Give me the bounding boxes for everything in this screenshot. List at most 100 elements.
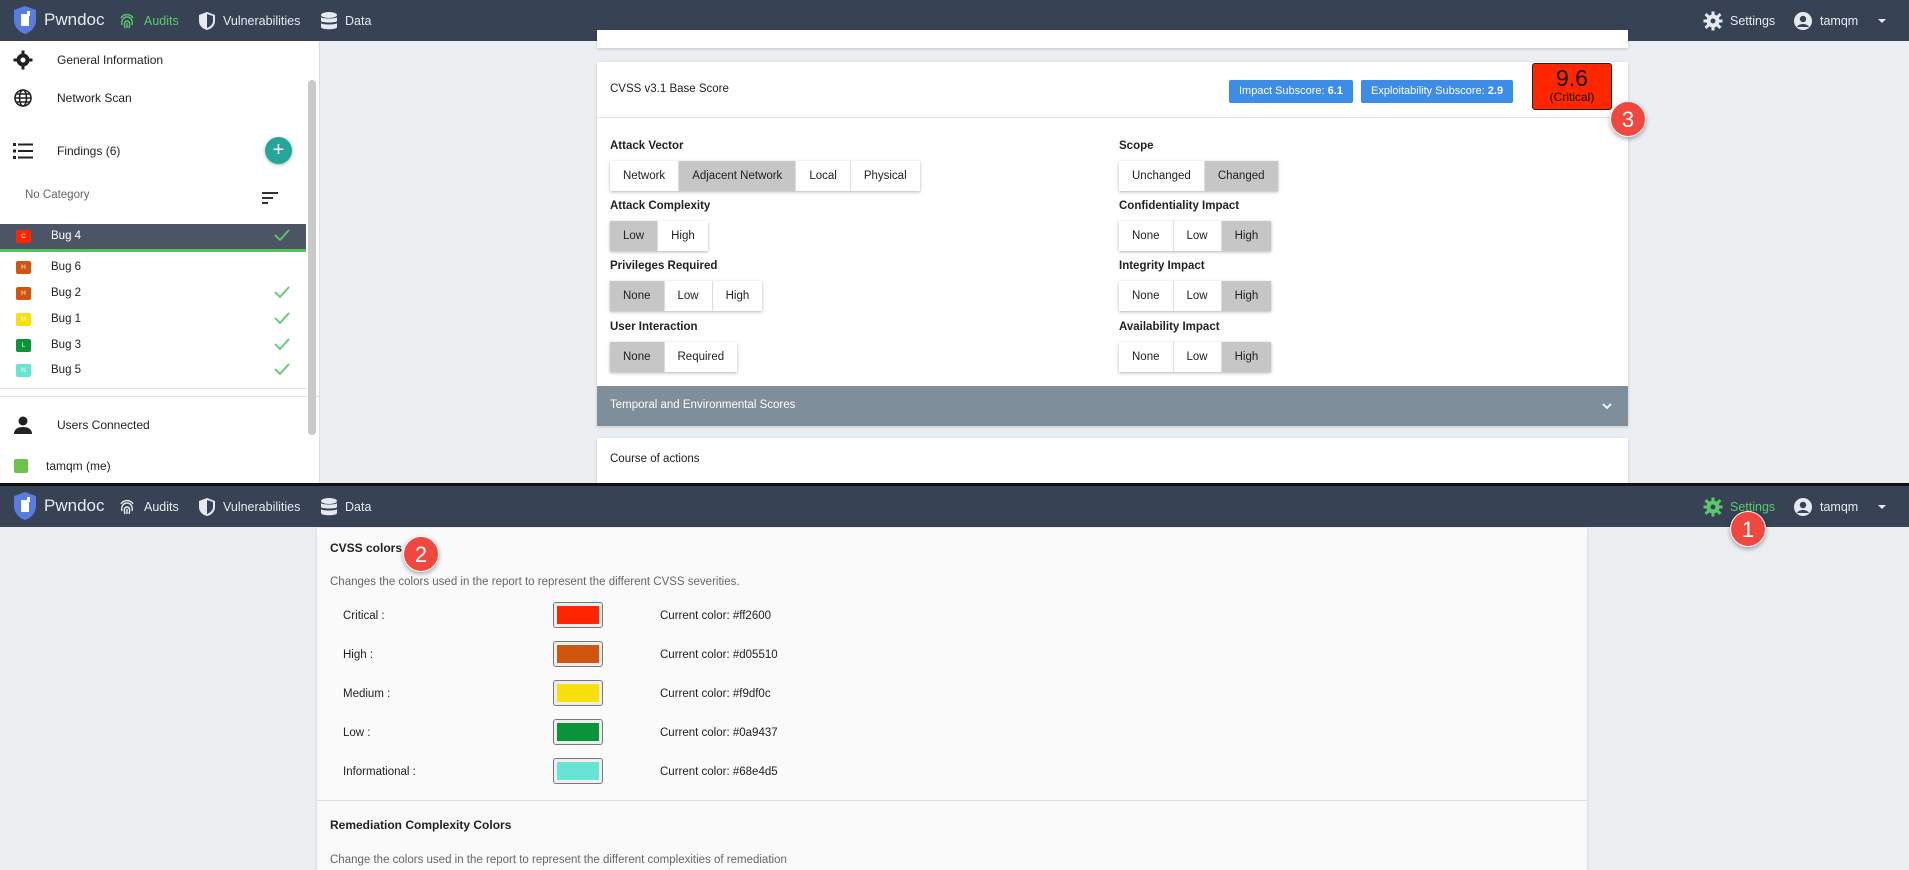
scope-group: Unchanged Changed [1119,161,1278,191]
settings-window: Pwndoc Audits Vulnerabilities Data Setti… [0,486,1909,870]
color-picker-critical[interactable] [553,602,603,628]
integrity-high[interactable]: High [1221,281,1272,311]
cvss-colors-card: CVSS colors Changes the colors used in t… [317,528,1587,870]
severity-badge: H [16,287,31,300]
nav-vulnerabilities-label: Vulnerabilities [223,499,301,514]
finding-item-bug-1[interactable]: M Bug 1 [0,307,306,332]
finding-item-bug-5[interactable]: N Bug 5 [0,358,306,383]
check-icon [274,338,290,351]
cvss-score-box: 9.6 (Critical) [1532,63,1612,110]
cvss-severity-label: (Critical) [1549,90,1595,104]
user-interaction-label: User Interaction [610,321,698,333]
user-menu[interactable]: tamqm [1793,0,1889,41]
nav-data-label: Data [345,13,372,28]
severity-badge: C [16,230,31,243]
user-color-indicator [14,459,28,473]
scope-unchanged[interactable]: Unchanged [1119,161,1205,191]
attack-complexity-label: Attack Complexity [610,200,711,212]
audit-window: Pwndoc Audits Vulnerabilities Data Setti… [0,0,1909,486]
brand-logo[interactable]: Pwndoc [12,492,104,520]
chevron-down-icon [1602,403,1612,410]
availability-none[interactable]: None [1119,342,1174,372]
nav-audits[interactable]: Audits [117,486,179,527]
impact-subscore-value: 6.1 [1327,85,1343,97]
nav-vulnerabilities[interactable]: Vulnerabilities [198,486,300,527]
cvss-title: CVSS v3.1 Base Score [610,83,729,95]
color-picker-medium[interactable] [553,680,603,706]
audit-sidebar: General Information Network Scan Finding… [0,41,320,483]
scope-changed[interactable]: Changed [1204,161,1278,191]
nav-audits[interactable]: Audits [117,0,179,41]
remediation-colors-title: Remediation Complexity Colors [330,818,512,832]
course-of-actions-title: Course of actions [610,453,700,465]
gear-icon [1703,11,1723,30]
privileges-required-high[interactable]: High [713,281,763,311]
finding-item-bug-3[interactable]: L Bug 3 [0,333,306,358]
finding-item-bug-4[interactable]: C Bug 4 [0,224,306,252]
attack-vector-adjacent-network[interactable]: Adjacent Network [679,161,797,191]
privileges-required-none[interactable]: None [610,281,665,311]
sidebar-item-general-information[interactable]: General Information [0,45,306,75]
availability-high[interactable]: High [1221,342,1272,372]
sidebar-item-findings[interactable]: Findings (6) [0,136,306,166]
attack-complexity-low[interactable]: Low [610,221,659,251]
color-picker-high[interactable] [553,641,603,667]
severity-badge: M [16,313,31,326]
gear-icon [1703,497,1723,516]
shield-icon [199,497,215,516]
availability-low[interactable]: Low [1174,342,1222,372]
attack-vector-local[interactable]: Local [796,161,851,191]
nav-data[interactable]: Data [320,486,371,527]
privileges-required-low[interactable]: Low [665,281,713,311]
confidentiality-none[interactable]: None [1119,221,1174,251]
cvss-colors-description: Changes the colors used in the report to… [330,576,740,588]
nav-settings[interactable]: Settings [1703,0,1775,41]
previous-card [597,30,1628,48]
finding-name: Bug 1 [51,313,82,325]
sidebar-item-label: Network Scan [57,91,132,105]
user-menu-label: tamqm [1820,13,1859,28]
check-icon [274,312,290,325]
remediation-colors-description: Change the colors used in the report to … [330,854,787,866]
user-interaction-required[interactable]: Required [665,342,738,372]
globe-icon [12,87,34,109]
color-picker-low[interactable] [553,719,603,745]
color-row-high: High : Current color: #d05510 [317,639,917,671]
attack-complexity-group: Low High [610,221,708,251]
finding-item-bug-6[interactable]: H Bug 6 [0,255,306,280]
user-interaction-none[interactable]: None [610,342,665,372]
color-picker-informational[interactable] [553,758,603,784]
temporal-environmental-label: Temporal and Environmental Scores [610,399,796,411]
confidentiality-low[interactable]: Low [1174,221,1222,251]
database-icon [321,11,337,29]
current-color-text: Current color: #68e4d5 [660,766,778,778]
sort-icon[interactable] [262,191,278,209]
temporal-environmental-expander[interactable]: Temporal and Environmental Scores [597,386,1628,426]
fingerprint-icon [120,499,134,514]
attack-vector-network[interactable]: Network [610,161,680,191]
category-label: No Category [25,189,90,201]
sidebar-scrollbar[interactable] [308,80,316,435]
finding-name: Bug 5 [51,364,82,376]
connected-user-label: tamqm (me) [46,459,111,473]
cvss-colors-title: CVSS colors [330,541,403,555]
finding-name: Bug 6 [51,261,82,273]
exploitability-subscore-badge: Exploitability Subscore: 2.9 [1361,80,1514,103]
nav-vulnerabilities-label: Vulnerabilities [223,13,301,28]
sidebar-item-network-scan[interactable]: Network Scan [0,83,306,113]
nav-vulnerabilities[interactable]: Vulnerabilities [198,0,300,41]
user-menu[interactable]: tamqm [1793,486,1889,527]
finding-item-bug-2[interactable]: H Bug 2 [0,281,306,306]
attack-complexity-high[interactable]: High [658,221,708,251]
brand-name: Pwndoc [44,10,105,29]
attack-vector-physical[interactable]: Physical [851,161,920,191]
add-finding-button[interactable]: + [265,137,292,164]
check-icon [274,363,290,376]
nav-data[interactable]: Data [320,0,371,41]
finding-name: Bug 3 [51,339,82,351]
integrity-low[interactable]: Low [1174,281,1222,311]
integrity-none[interactable]: None [1119,281,1174,311]
brand-logo[interactable]: Pwndoc [12,6,104,34]
confidentiality-impact-label: Confidentiality Impact [1119,200,1240,212]
confidentiality-high[interactable]: High [1221,221,1272,251]
